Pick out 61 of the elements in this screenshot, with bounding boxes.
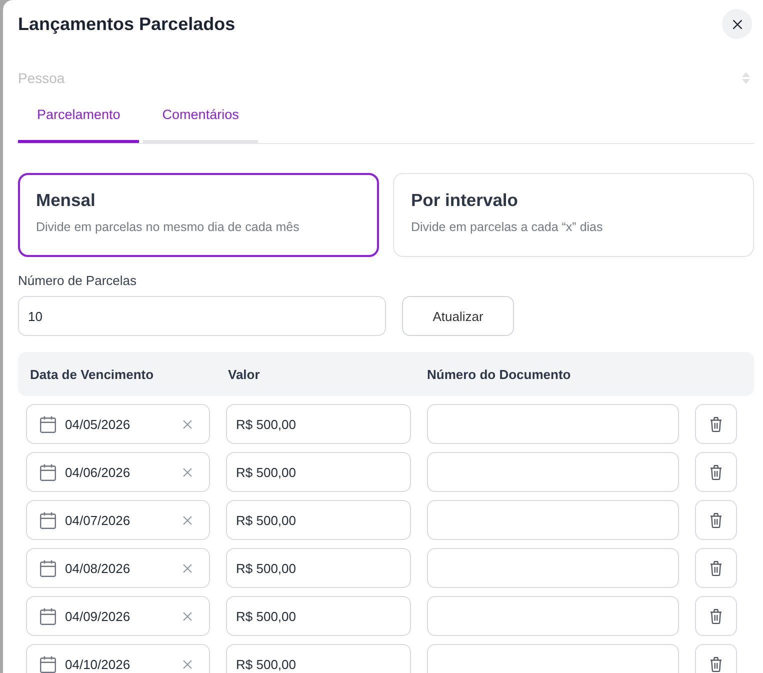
delete-button[interactable]	[695, 500, 737, 540]
date-field[interactable]: 04/06/2026	[26, 452, 210, 492]
document-number-input[interactable]	[427, 644, 679, 673]
option-title: Por intervalo	[411, 189, 518, 211]
tab[interactable]: Parcelamento	[18, 97, 140, 143]
date-field[interactable]: 04/08/2026	[26, 548, 210, 588]
amount-input[interactable]: R$ 500,00	[226, 644, 411, 673]
trash-icon	[710, 560, 722, 576]
document-number-input[interactable]	[427, 404, 679, 444]
clear-icon[interactable]	[183, 564, 192, 572]
document-number-input[interactable]	[427, 500, 679, 540]
column-header: Data de Vencimento	[29, 366, 154, 382]
installments-input[interactable]: 10	[18, 296, 386, 336]
close-button[interactable]	[722, 9, 752, 39]
calendar-icon	[40, 608, 56, 624]
document-number-input[interactable]	[427, 548, 679, 588]
column-header: Valor	[227, 366, 260, 382]
date-field[interactable]: 04/10/2026	[26, 644, 210, 673]
option-card[interactable]: Mensal Divide em parcelas no mesmo dia de cada mês	[18, 173, 379, 257]
calendar-icon	[40, 656, 56, 672]
option-description: Divide em parcelas a cada “x” dias	[411, 219, 603, 235]
calendar-icon	[40, 512, 56, 528]
trash-icon	[710, 656, 722, 672]
option-card[interactable]: Por intervalo Divide em parcelas a cada “x” dias	[393, 173, 754, 257]
delete-button[interactable]	[695, 644, 737, 673]
dialog-title: Lançamentos Parcelados	[18, 13, 236, 35]
delete-button[interactable]	[695, 404, 737, 444]
calendar-icon	[40, 560, 56, 576]
option-title: Mensal	[36, 189, 96, 211]
calendar-icon	[40, 464, 56, 480]
trash-icon	[710, 464, 722, 480]
trash-icon	[710, 512, 722, 528]
calendar-icon	[40, 416, 56, 432]
person-select[interactable]: Pessoa	[18, 63, 742, 93]
document-number-input[interactable]	[427, 596, 679, 636]
tab[interactable]: Comentários	[143, 97, 258, 143]
clear-icon[interactable]	[183, 516, 192, 524]
trash-icon	[710, 416, 722, 432]
amount-input[interactable]: R$ 500,00	[226, 548, 411, 588]
amount-input[interactable]: R$ 500,00	[226, 596, 411, 636]
clear-icon[interactable]	[183, 660, 192, 668]
update-button[interactable]: Atualizar	[402, 296, 514, 336]
amount-input[interactable]: R$ 500,00	[226, 404, 411, 444]
trash-icon	[710, 608, 722, 624]
close-icon	[732, 20, 742, 28]
field-label: Número de Parcelas	[18, 273, 136, 289]
date-field[interactable]: 04/05/2026	[26, 404, 210, 444]
clear-icon[interactable]	[183, 468, 192, 476]
delete-button[interactable]	[695, 596, 737, 636]
amount-input[interactable]: R$ 500,00	[226, 452, 411, 492]
amount-input[interactable]: R$ 500,00	[226, 500, 411, 540]
date-field[interactable]: 04/09/2026	[26, 596, 210, 636]
option-description: Divide em parcelas no mesmo dia de cada mês	[36, 219, 300, 235]
delete-button[interactable]	[695, 452, 737, 492]
delete-button[interactable]	[695, 548, 737, 588]
date-field[interactable]: 04/07/2026	[26, 500, 210, 540]
document-number-input[interactable]	[427, 452, 679, 492]
sort-icon	[742, 72, 750, 84]
clear-icon[interactable]	[183, 612, 192, 620]
clear-icon[interactable]	[183, 420, 192, 428]
column-header: Número do Documento	[427, 366, 571, 382]
